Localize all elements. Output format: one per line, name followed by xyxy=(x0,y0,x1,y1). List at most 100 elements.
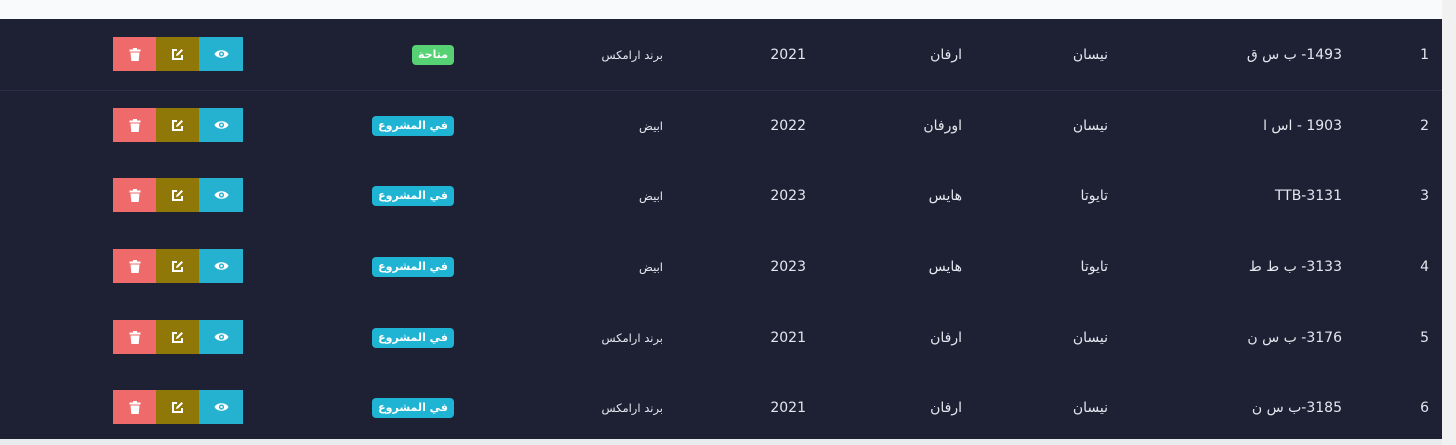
edit-icon xyxy=(172,48,183,60)
row-index-cell: 1 xyxy=(1420,46,1429,63)
model-cell: ارفان xyxy=(930,399,962,416)
status-cell: في المشروع xyxy=(330,231,454,302)
edit-icon xyxy=(172,331,183,343)
view-button[interactable] xyxy=(199,320,243,354)
edit-button[interactable] xyxy=(156,390,199,424)
eye-icon xyxy=(214,333,228,341)
view-button[interactable] xyxy=(199,37,243,71)
status-badge: في المشروع xyxy=(372,397,454,418)
table-row: 5 3176- ب س ن نيسان ارفان 2021 برند ارام… xyxy=(0,302,1442,373)
brand-cell: تايوتا xyxy=(1080,187,1108,204)
edit-button[interactable] xyxy=(156,37,199,71)
edit-icon xyxy=(172,260,183,272)
row-actions xyxy=(113,390,243,424)
vehicles-table: 1 1493- ب س ق نيسان ارفان 2021 برند ارام… xyxy=(0,19,1442,439)
plate-number-cell: 3133- ب ط ط xyxy=(1248,258,1342,275)
status-cell: متاحة xyxy=(330,19,454,90)
status-cell: في المشروع xyxy=(330,160,454,231)
delete-button[interactable] xyxy=(113,320,156,354)
eye-icon xyxy=(214,121,228,129)
color-cell: ابيض xyxy=(639,188,663,203)
table-row: 1 1493- ب س ق نيسان ارفان 2021 برند ارام… xyxy=(0,19,1442,91)
edit-button[interactable] xyxy=(156,320,199,354)
delete-button[interactable] xyxy=(113,390,156,424)
view-button[interactable] xyxy=(199,108,243,142)
table-row: 3 TTB-3131 تايوتا هايس 2023 ابيض في المش… xyxy=(0,160,1442,231)
edit-icon xyxy=(172,189,183,201)
status-cell: في المشروع xyxy=(330,90,454,161)
row-index-cell: 3 xyxy=(1420,187,1429,204)
status-cell: في المشروع xyxy=(330,372,454,443)
row-actions xyxy=(113,320,243,354)
eye-icon xyxy=(214,191,228,199)
trash-icon xyxy=(129,259,140,273)
status-badge: في المشروع xyxy=(372,256,454,277)
table-bottom-edge xyxy=(0,439,1442,445)
edit-button[interactable] xyxy=(156,108,199,142)
eye-icon xyxy=(214,262,228,270)
plate-number-cell: 3176- ب س ن xyxy=(1247,329,1342,346)
color-cell: ابيض xyxy=(639,259,663,274)
row-actions xyxy=(113,178,243,212)
status-badge: في المشروع xyxy=(372,185,454,206)
model-cell: ارفان xyxy=(930,329,962,346)
brand-cell: نيسان xyxy=(1072,46,1108,63)
year-cell: 2023 xyxy=(770,187,806,204)
model-cell: ارفان xyxy=(930,46,962,63)
model-cell: هايس xyxy=(928,258,962,275)
year-cell: 2021 xyxy=(770,329,806,346)
year-cell: 2021 xyxy=(770,399,806,416)
brand-cell: نيسان xyxy=(1072,329,1108,346)
color-cell: برند ارامكس xyxy=(601,47,663,62)
model-cell: هايس xyxy=(928,187,962,204)
edit-icon xyxy=(172,119,183,131)
row-actions xyxy=(113,37,243,71)
status-badge: في المشروع xyxy=(372,327,454,348)
trash-icon xyxy=(129,118,140,132)
year-cell: 2022 xyxy=(770,117,806,134)
delete-button[interactable] xyxy=(113,178,156,212)
plate-number-cell: 1903 - اس ا xyxy=(1263,117,1342,134)
edit-button[interactable] xyxy=(156,249,199,283)
model-cell: اورفان xyxy=(923,117,962,134)
vertical-scrollbar[interactable] xyxy=(1442,0,1456,445)
eye-icon xyxy=(214,403,228,411)
view-button[interactable] xyxy=(199,178,243,212)
eye-icon xyxy=(214,50,228,58)
plate-number-cell: TTB-3131 xyxy=(1274,187,1342,204)
brand-cell: تايوتا xyxy=(1080,258,1108,275)
row-index-cell: 2 xyxy=(1420,117,1429,134)
view-button[interactable] xyxy=(199,249,243,283)
trash-icon xyxy=(129,47,140,61)
row-index-cell: 5 xyxy=(1420,329,1429,346)
table-row: 4 3133- ب ط ط تايوتا هايس 2023 ابيض في ا… xyxy=(0,231,1442,302)
status-cell: في المشروع xyxy=(330,302,454,373)
year-cell: 2023 xyxy=(770,258,806,275)
color-cell: برند ارامكس xyxy=(601,400,663,415)
delete-button[interactable] xyxy=(113,249,156,283)
row-index-cell: 6 xyxy=(1420,399,1429,416)
brand-cell: نيسان xyxy=(1072,117,1108,134)
delete-button[interactable] xyxy=(113,37,156,71)
delete-button[interactable] xyxy=(113,108,156,142)
plate-number-cell: 1493- ب س ق xyxy=(1246,46,1342,63)
brand-cell: نيسان xyxy=(1072,399,1108,416)
table-row: 2 1903 - اس ا نيسان اورفان 2022 ابيض في … xyxy=(0,90,1442,161)
trash-icon xyxy=(129,330,140,344)
row-actions xyxy=(113,249,243,283)
color-cell: برند ارامكس xyxy=(601,330,663,345)
row-index-cell: 4 xyxy=(1420,258,1429,275)
view-button[interactable] xyxy=(199,390,243,424)
edit-icon xyxy=(172,401,183,413)
edit-button[interactable] xyxy=(156,178,199,212)
year-cell: 2021 xyxy=(770,46,806,63)
status-badge: في المشروع xyxy=(372,115,454,136)
table-row: 6 3185-ب س ن نيسان ارفان 2021 برند ارامك… xyxy=(0,372,1442,443)
trash-icon xyxy=(129,188,140,202)
plate-number-cell: 3185-ب س ن xyxy=(1251,399,1342,416)
row-actions xyxy=(113,108,243,142)
status-badge: متاحة xyxy=(411,44,454,65)
color-cell: ابيض xyxy=(639,118,663,133)
page-top-area xyxy=(0,0,1442,19)
trash-icon xyxy=(129,400,140,414)
